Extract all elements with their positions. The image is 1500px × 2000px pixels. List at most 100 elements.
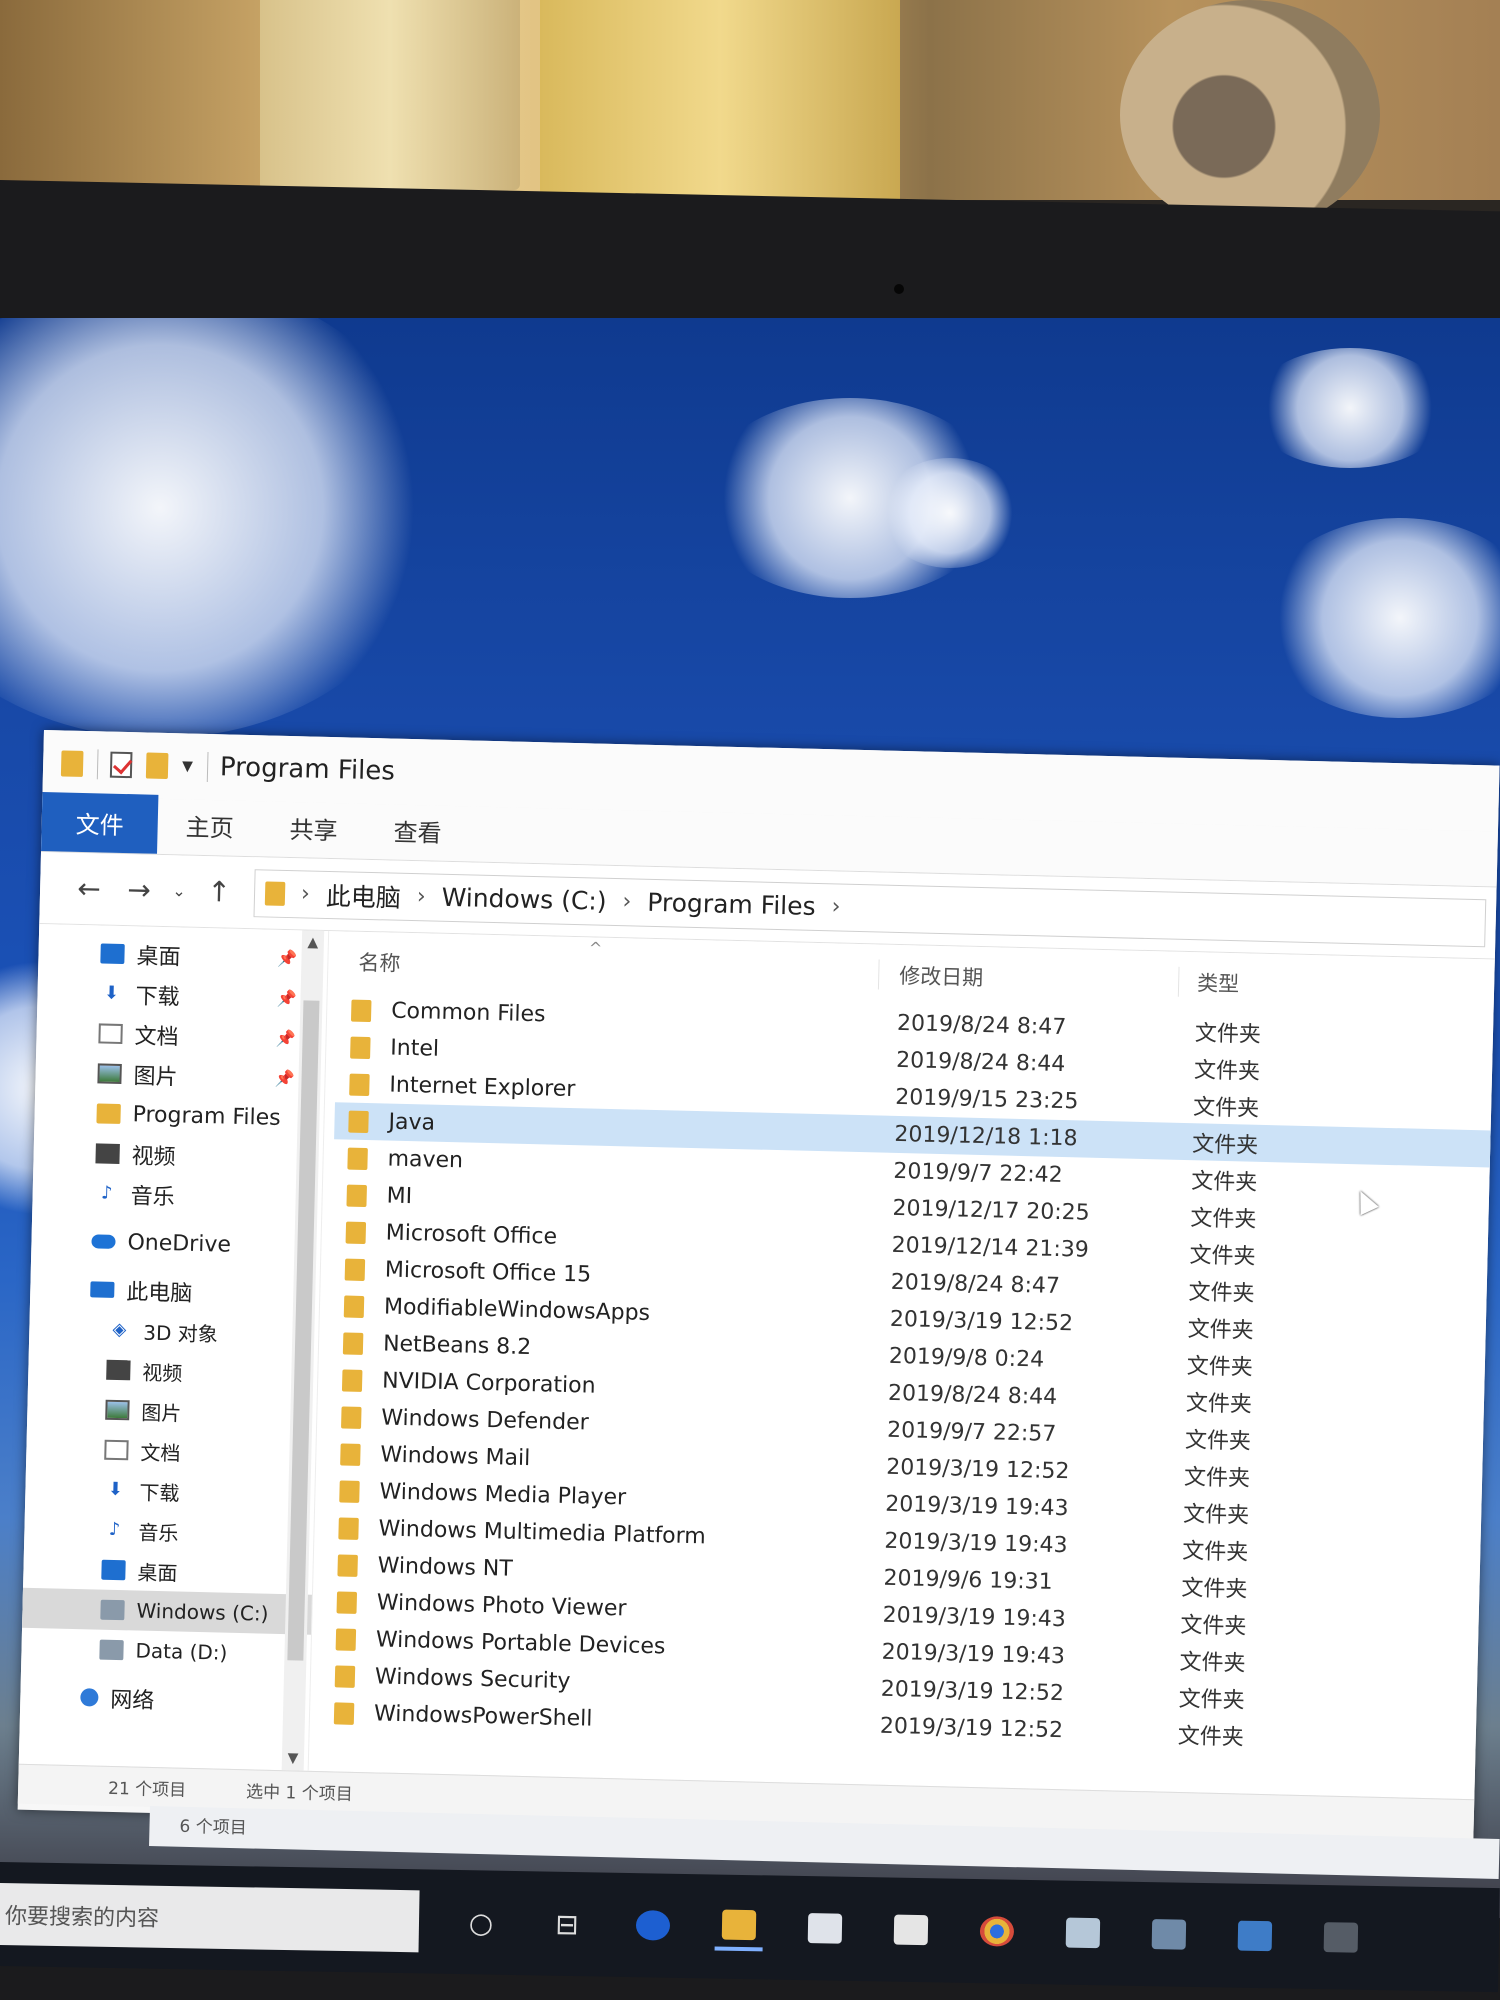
app-icon[interactable] — [1230, 1911, 1279, 1960]
nav-item-label: 此电脑 — [125, 1280, 193, 1307]
nav-item-documents[interactable]: 文档 — [26, 1428, 316, 1475]
chevron-right-icon[interactable]: › — [831, 894, 840, 919]
modified-date-cell: 2019/9/7 22:57 — [886, 1417, 1057, 1447]
cloud — [1250, 348, 1450, 468]
type-cell: 文件夹 — [1180, 1612, 1247, 1640]
file-rows: Common Files 2019/8/24 8:47 文件夹 Intel 2019/8… — [320, 991, 1494, 1759]
file-name: Microsoft Office — [385, 1220, 558, 1250]
chevron-right-icon[interactable]: › — [622, 889, 631, 914]
column-header-date[interactable]: 修改日期 — [877, 959, 1179, 997]
background-fan — [1120, 0, 1380, 230]
breadcrumb-drive-c[interactable]: Windows (C:) — [441, 883, 607, 916]
scroll-up-arrow-icon[interactable]: ▲ — [302, 934, 324, 951]
pin-icon: 📌 — [276, 988, 297, 1008]
folder-icon — [333, 1701, 355, 1725]
nav-item-drive-c[interactable]: Windows (C:) — [22, 1587, 312, 1635]
folder-icon — [346, 1184, 367, 1207]
type-cell: 文件夹 — [1184, 1427, 1252, 1455]
breadcrumb-this-pc[interactable]: 此电脑 — [325, 876, 401, 914]
selection-count: 选中 1 个项目 — [245, 1782, 353, 1805]
up-arrow-icon[interactable]: ↑ — [194, 875, 245, 909]
nav-item-label: 文档 — [140, 1440, 181, 1466]
background-object — [260, 0, 520, 190]
modified-date-cell: 2019/9/6 19:31 — [883, 1565, 1053, 1595]
nav-item-drive-d[interactable]: Data (D:) — [21, 1628, 311, 1675]
taskbar-search-input[interactable]: 你要搜索的内容 — [0, 1882, 420, 1953]
scroll-down-arrow-icon[interactable]: ▼ — [282, 1750, 304, 1767]
window-title: Program Files — [219, 752, 396, 787]
nav-item-videos[interactable]: 视频 — [28, 1348, 318, 1395]
folder-icon — [336, 1590, 358, 1614]
app-icon[interactable] — [1316, 1913, 1365, 1962]
app-icon[interactable] — [1059, 1908, 1108, 1957]
nav-item-downloads[interactable]: ⬇ 下载 📌 — [37, 972, 327, 1019]
chrome-icon[interactable] — [973, 1907, 1022, 1956]
desktop-icon — [100, 943, 125, 965]
chevron-right-icon[interactable]: › — [417, 884, 426, 909]
new-folder-icon[interactable] — [145, 752, 169, 780]
modified-date-cell: 2019/8/24 8:47 — [890, 1269, 1061, 1299]
column-header-type[interactable]: 类型 — [1177, 966, 1339, 1001]
type-cell: 文件夹 — [1178, 1686, 1245, 1714]
file-name: Java — [388, 1109, 436, 1136]
back-arrow-icon[interactable]: ← — [64, 872, 115, 906]
download-icon: ⬇ — [103, 982, 120, 1004]
file-name: MI — [386, 1183, 413, 1210]
properties-icon[interactable] — [109, 751, 133, 779]
recent-locations-chevron-icon[interactable]: ⌄ — [164, 881, 194, 901]
nav-item-desktop[interactable]: 桌面 — [23, 1548, 313, 1595]
file-name: WindowsPowerShell — [373, 1701, 593, 1732]
modified-date-cell: 2019/3/19 19:43 — [881, 1639, 1066, 1670]
nav-item-program-files[interactable]: Program Files — [34, 1092, 324, 1139]
folder-icon — [264, 880, 286, 906]
sort-ascending-icon: ^ — [588, 938, 603, 958]
type-cell: 文件夹 — [1194, 1020, 1262, 1048]
store-icon[interactable] — [801, 1904, 850, 1953]
forward-arrow-icon[interactable]: → — [114, 873, 165, 907]
chevron-right-icon[interactable]: › — [301, 881, 310, 906]
modified-date-cell: 2019/8/24 8:44 — [887, 1380, 1058, 1410]
nav-item-documents[interactable]: 文档 📌 — [36, 1012, 326, 1059]
type-cell: 文件夹 — [1183, 1464, 1251, 1492]
app-icon[interactable] — [1144, 1910, 1193, 1959]
modified-date-cell: 2019/8/24 8:44 — [895, 1047, 1066, 1078]
nav-item-label: Program Files — [132, 1101, 281, 1131]
file-explorer-icon[interactable] — [714, 1902, 764, 1952]
nav-item-desktop[interactable]: 桌面 📌 — [38, 932, 328, 979]
nav-item-pictures[interactable]: 图片 📌 — [35, 1052, 325, 1099]
modified-date-cell: 2019/3/19 12:52 — [880, 1676, 1065, 1707]
nav-item-music[interactable]: ♪ 音乐 — [32, 1172, 322, 1219]
nav-item-network[interactable]: 网络 — [20, 1676, 310, 1723]
music-icon: ♪ — [108, 1518, 121, 1541]
cortana-icon[interactable]: ○ — [457, 1898, 506, 1947]
item-count: 21 个项目 — [107, 1778, 187, 1801]
nav-item-videos[interactable]: 视频 — [33, 1132, 323, 1179]
folder-icon — [343, 1295, 365, 1318]
nav-item-onedrive[interactable]: OneDrive — [31, 1220, 321, 1267]
breadcrumb-program-files[interactable]: Program Files — [647, 888, 816, 921]
picture-icon — [97, 1063, 122, 1084]
nav-item-label: 3D 对象 — [143, 1320, 219, 1346]
nav-item-pictures[interactable]: 图片 — [27, 1388, 317, 1435]
task-view-icon[interactable]: ⊟ — [543, 1899, 592, 1948]
tab-share[interactable]: 共享 — [261, 809, 366, 859]
type-cell: 文件夹 — [1186, 1353, 1254, 1381]
nav-item-this-pc[interactable]: 此电脑 — [30, 1268, 320, 1315]
customize-dropdown-icon[interactable]: ▼ — [182, 758, 193, 774]
folder-icon[interactable] — [60, 750, 84, 777]
type-cell: 文件夹 — [1181, 1538, 1249, 1566]
file-name: Windows Photo Viewer — [376, 1590, 627, 1622]
type-cell: 文件夹 — [1190, 1205, 1257, 1233]
nav-item-music[interactable]: ♪ 音乐 — [24, 1508, 314, 1555]
nav-item-3d-objects[interactable]: ◈ 3D 对象 — [29, 1308, 319, 1355]
mail-icon[interactable] — [887, 1905, 936, 1954]
tab-view[interactable]: 查看 — [365, 812, 470, 862]
tab-home[interactable]: 主页 — [157, 807, 262, 857]
type-cell: 文件夹 — [1177, 1723, 1245, 1751]
network-icon — [80, 1688, 99, 1707]
nav-item-downloads[interactable]: ⬇ 下载 — [25, 1468, 315, 1515]
video-icon — [106, 1359, 131, 1381]
tab-file[interactable]: 文件 — [41, 791, 159, 854]
column-header-name[interactable]: ^ 名称 — [338, 938, 879, 989]
edge-browser-icon[interactable] — [629, 1901, 678, 1950]
